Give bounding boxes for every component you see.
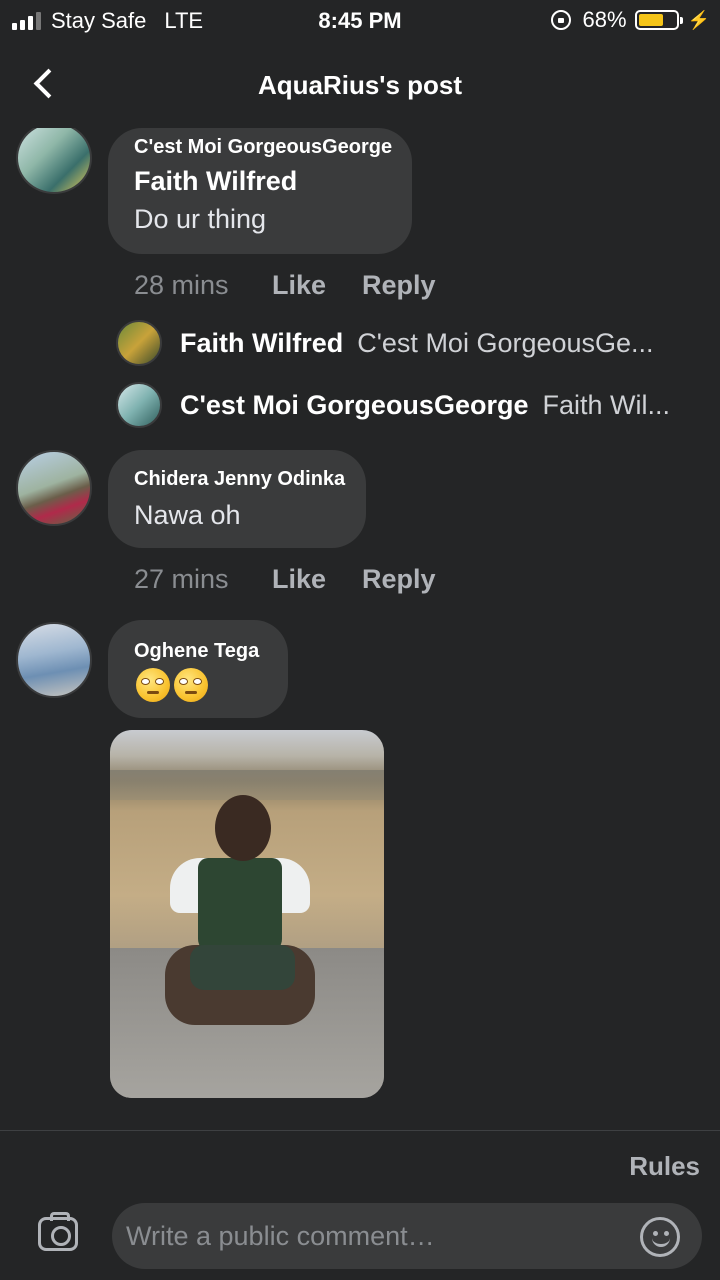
- status-left: Stay Safe LTE: [12, 8, 203, 34]
- like-button[interactable]: Like: [272, 564, 326, 595]
- comment-box[interactable]: [112, 1203, 702, 1269]
- avatar[interactable]: [16, 450, 92, 526]
- smiley-icon[interactable]: [640, 1217, 680, 1257]
- carrier-name: Stay Safe: [51, 8, 147, 33]
- comment-input[interactable]: [126, 1203, 626, 1269]
- comment-bubble[interactable]: C'est Moi GorgeousGeorge Faith Wilfred D…: [108, 128, 412, 254]
- network-type: LTE: [164, 8, 204, 33]
- tagged-user[interactable]: Faith Wilfred: [134, 166, 297, 197]
- reply-text: Faith Wil...: [542, 390, 670, 420]
- comment-time: 27 mins: [134, 564, 229, 594]
- reply-text: C'est Moi GorgeousGe...: [357, 328, 654, 358]
- comment-author[interactable]: Chidera Jenny Odinka: [134, 468, 345, 491]
- comment-bubble[interactable]: Chidera Jenny Odinka Nawa oh: [108, 450, 366, 548]
- reply-author[interactable]: Faith Wilfred: [180, 328, 343, 358]
- comment-time: 28 mins: [134, 270, 229, 300]
- comment-author[interactable]: C'est Moi GorgeousGeorge: [134, 136, 392, 159]
- reply-preview[interactable]: Faith Wilfred C'est Moi GorgeousGe...: [180, 328, 654, 374]
- rotation-lock-icon: [550, 10, 571, 30]
- comment-composer: Rules: [0, 1131, 720, 1280]
- status-bar: Stay Safe LTE 8:45 PM 68% ⚡: [0, 0, 720, 40]
- battery-percent: 68%: [582, 7, 627, 32]
- like-button[interactable]: Like: [272, 270, 326, 301]
- reply-button[interactable]: Reply: [362, 564, 436, 595]
- reply-author[interactable]: C'est Moi GorgeousGeorge: [180, 390, 528, 420]
- reply-button[interactable]: Reply: [362, 270, 436, 301]
- battery-icon: [634, 10, 683, 30]
- comment-text: Nawa oh: [134, 500, 241, 530]
- comment-bubble[interactable]: Oghene Tega: [108, 620, 288, 718]
- status-right: 68% ⚡: [550, 7, 710, 33]
- photo-subject-vest: [198, 858, 282, 953]
- signal-icon: [12, 12, 41, 30]
- rolling-eyes-emoji: [136, 668, 170, 702]
- avatar[interactable]: [116, 320, 162, 366]
- avatar[interactable]: [16, 128, 92, 194]
- comment-photo[interactable]: [110, 730, 384, 1098]
- post-header: AquaRius's post: [0, 52, 720, 116]
- avatar[interactable]: [116, 382, 162, 428]
- photo-subject-head: [215, 795, 271, 861]
- camera-icon[interactable]: [38, 1212, 78, 1251]
- rules-link[interactable]: Rules: [629, 1151, 700, 1182]
- comment-text: Do ur thing: [134, 204, 267, 234]
- comment-author[interactable]: Oghene Tega: [134, 640, 259, 663]
- charging-icon: ⚡: [687, 9, 710, 30]
- rolling-eyes-emoji: [174, 668, 208, 702]
- page-title: AquaRius's post: [257, 70, 463, 100]
- photo-subject-shorts: [190, 945, 295, 990]
- comments-list[interactable]: C'est Moi GorgeousGeorge Faith Wilfred D…: [0, 128, 720, 1130]
- reply-preview[interactable]: C'est Moi GorgeousGeorge Faith Wil...: [180, 390, 670, 436]
- avatar[interactable]: [16, 622, 92, 698]
